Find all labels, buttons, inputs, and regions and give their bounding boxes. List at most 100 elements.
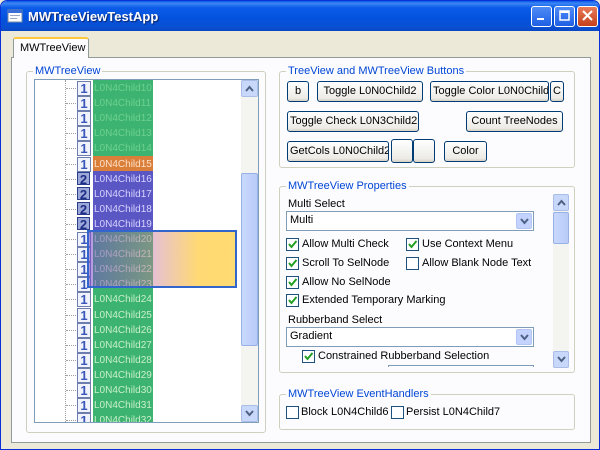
tree-connector <box>66 223 76 225</box>
persist-l0n4child7-label: Persist L0N4Child7 <box>406 406 501 418</box>
count-treenodes-button[interactable]: Count TreeNodes <box>466 111 563 132</box>
c-button[interactable]: C <box>550 81 564 102</box>
multi-select-dropdown[interactable] <box>516 213 532 229</box>
scroll-to-selnode-checkbox[interactable] <box>286 257 299 270</box>
check-icon <box>288 278 298 287</box>
tree-node[interactable]: 1 L0N4Child32 <box>35 412 243 422</box>
allow-no-selnode-checkbox[interactable] <box>286 276 299 289</box>
tree-connector <box>66 208 76 210</box>
node-state-icon[interactable]: 2 <box>77 171 90 186</box>
properties-group-legend: MWTreeView Properties <box>286 180 409 193</box>
scroll-up-button[interactable] <box>241 80 258 97</box>
node-state-icon[interactable]: 1 <box>77 413 91 422</box>
constrained-rubberband-checkbox[interactable] <box>302 350 315 363</box>
node-state-icon[interactable]: 1 <box>77 292 91 308</box>
arrow-down-icon <box>245 410 254 417</box>
properties-scroll-thumb[interactable] <box>553 212 569 244</box>
eventhandlers-group-legend: MWTreeView EventHandlers <box>286 388 431 401</box>
properties-scroll-down[interactable] <box>553 351 569 368</box>
tree-connector <box>66 163 76 165</box>
getcols-button[interactable]: GetCols L0N0Child2 <box>287 141 389 162</box>
node-state-icon[interactable]: 1 <box>77 126 91 142</box>
rubberband-select-value: Gradient <box>290 330 333 342</box>
properties-scroll-up[interactable] <box>553 194 569 211</box>
close-button[interactable] <box>577 6 598 27</box>
toggle-check-button[interactable]: Toggle Check L0N3Child2 <box>287 111 419 132</box>
tree-connector <box>66 405 76 407</box>
tree-connector <box>66 390 76 391</box>
node-state-icon[interactable]: 1 <box>77 96 91 112</box>
node-state-icon[interactable]: 1 <box>77 383 91 398</box>
use-context-menu-checkbox[interactable] <box>406 238 419 251</box>
maximize-button[interactable] <box>554 6 575 27</box>
tree-connector <box>66 133 76 135</box>
toggle-l0n0child2-button[interactable]: Toggle L0N0Child2 <box>317 81 423 102</box>
arrow-down-icon <box>556 356 566 363</box>
app-window: MWTreeViewTestApp MWTreeView MWTreeView … <box>0 0 600 450</box>
node-state-icon[interactable]: 2 <box>77 186 90 201</box>
allow-blank-node-text-checkbox[interactable] <box>406 257 419 270</box>
multi-select-label: Multi Select <box>288 198 345 210</box>
allow-multi-check-checkbox[interactable] <box>286 238 299 251</box>
node-state-icon[interactable]: 1 <box>77 367 91 383</box>
properties-panel: Multi Select Multi Allow Multi Check Use… <box>284 195 552 367</box>
partial-hidden-combo[interactable] <box>388 365 534 367</box>
color-button[interactable]: Color <box>444 141 487 162</box>
node-state-icon[interactable]: 1 <box>77 141 91 157</box>
block-l0n4child6-label: Block L0N4Child6 <box>301 406 389 418</box>
node-state-icon[interactable]: 2 <box>77 216 90 231</box>
scroll-to-selnode-label: Scroll To SelNode <box>302 257 390 269</box>
title-bar[interactable]: MWTreeViewTestApp <box>1 1 599 31</box>
persist-l0n4child7-checkbox[interactable] <box>391 406 404 419</box>
node-state-icon[interactable]: 1 <box>77 398 91 414</box>
block-l0n4child6-checkbox[interactable] <box>286 406 299 419</box>
app-icon <box>7 9 23 23</box>
tree-connector <box>66 88 76 89</box>
scroll-thumb[interactable] <box>241 173 258 346</box>
tree-connector <box>66 103 76 105</box>
multi-select-combo[interactable]: Multi <box>286 211 534 231</box>
scroll-down-button[interactable] <box>241 405 258 422</box>
node-state-icon[interactable]: 1 <box>77 111 91 127</box>
properties-scrollbar[interactable] <box>553 194 569 368</box>
rubberband-select-combo[interactable]: Gradient <box>286 327 534 347</box>
tree-connector <box>66 239 76 240</box>
check-icon <box>288 240 298 249</box>
tree-connector <box>66 284 76 286</box>
toggle-color-button[interactable]: Toggle Color L0N0Child2 <box>430 81 549 102</box>
node-state-icon[interactable]: 1 <box>77 307 91 323</box>
buttons-group-legend: TreeView and MWTreeView Buttons <box>286 65 467 78</box>
tree-view[interactable]: 1 L0N4Child10 1 L0N4Child11 1 L0N4Child12 1 L0N… <box>34 79 259 423</box>
tree-group-legend: MWTreeView <box>33 65 103 78</box>
node-state-icon[interactable]: 1 <box>77 156 91 172</box>
node-state-icon[interactable]: 1 <box>77 352 91 368</box>
check-icon <box>408 240 418 249</box>
node-state-icon[interactable]: 1 <box>77 337 91 353</box>
tree-connector <box>66 314 76 316</box>
allow-multi-check-label: Allow Multi Check <box>302 238 389 250</box>
tree-connector <box>66 374 76 376</box>
multi-select-value: Multi <box>290 214 314 226</box>
tree-connector <box>66 299 76 301</box>
color-swatch-right[interactable] <box>413 139 435 163</box>
rubberband-select-dropdown[interactable] <box>516 329 532 345</box>
tree-connector <box>66 359 76 361</box>
node-state-icon[interactable]: 1 <box>77 81 91 96</box>
tree-connector <box>66 344 76 346</box>
use-context-menu-label: Use Context Menu <box>422 238 514 250</box>
color-swatch-left[interactable] <box>391 139 413 163</box>
extended-temporary-marking-checkbox[interactable] <box>286 294 299 307</box>
tree-scrollbar[interactable] <box>241 80 258 422</box>
tree-connector <box>66 148 76 150</box>
maximize-icon <box>559 10 570 21</box>
check-icon <box>288 296 298 305</box>
minimize-button[interactable] <box>531 6 552 27</box>
check-icon <box>288 259 298 268</box>
tree-connector <box>66 329 76 331</box>
node-state-icon[interactable]: 2 <box>77 201 90 216</box>
node-state-icon[interactable]: 1 <box>77 322 91 338</box>
tree-node-label[interactable]: L0N4Child32 <box>93 412 153 422</box>
b-button[interactable]: b <box>287 81 309 102</box>
tab-mwtreeview[interactable]: MWTreeView <box>13 37 89 58</box>
tree-connector <box>66 193 76 195</box>
